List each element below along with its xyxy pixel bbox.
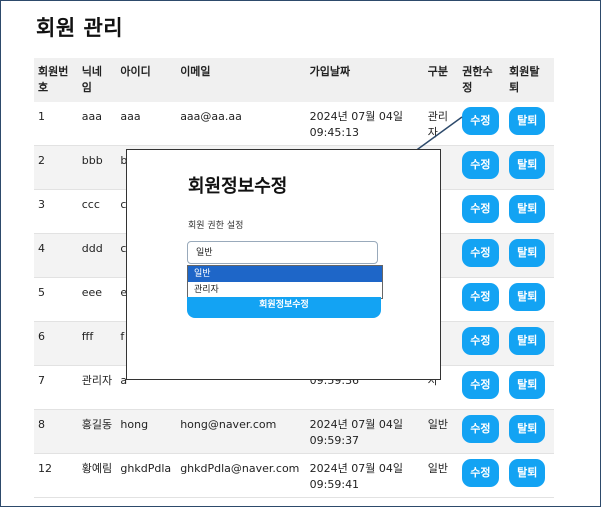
edit-member-modal: 회원정보수정 회원 권한 설정 일반 일반 관리자 회원정보수정 xyxy=(126,149,441,380)
modal-title: 회원정보수정 xyxy=(188,176,288,197)
role-select[interactable]: 일반 xyxy=(187,241,378,264)
submit-edit-button[interactable]: 회원정보수정 xyxy=(187,297,381,318)
role-options-list: 일반 관리자 xyxy=(187,265,383,299)
role-option-general[interactable]: 일반 xyxy=(188,266,382,282)
role-setting-label: 회원 권한 설정 xyxy=(188,221,244,231)
role-option-admin[interactable]: 관리자 xyxy=(188,282,382,298)
